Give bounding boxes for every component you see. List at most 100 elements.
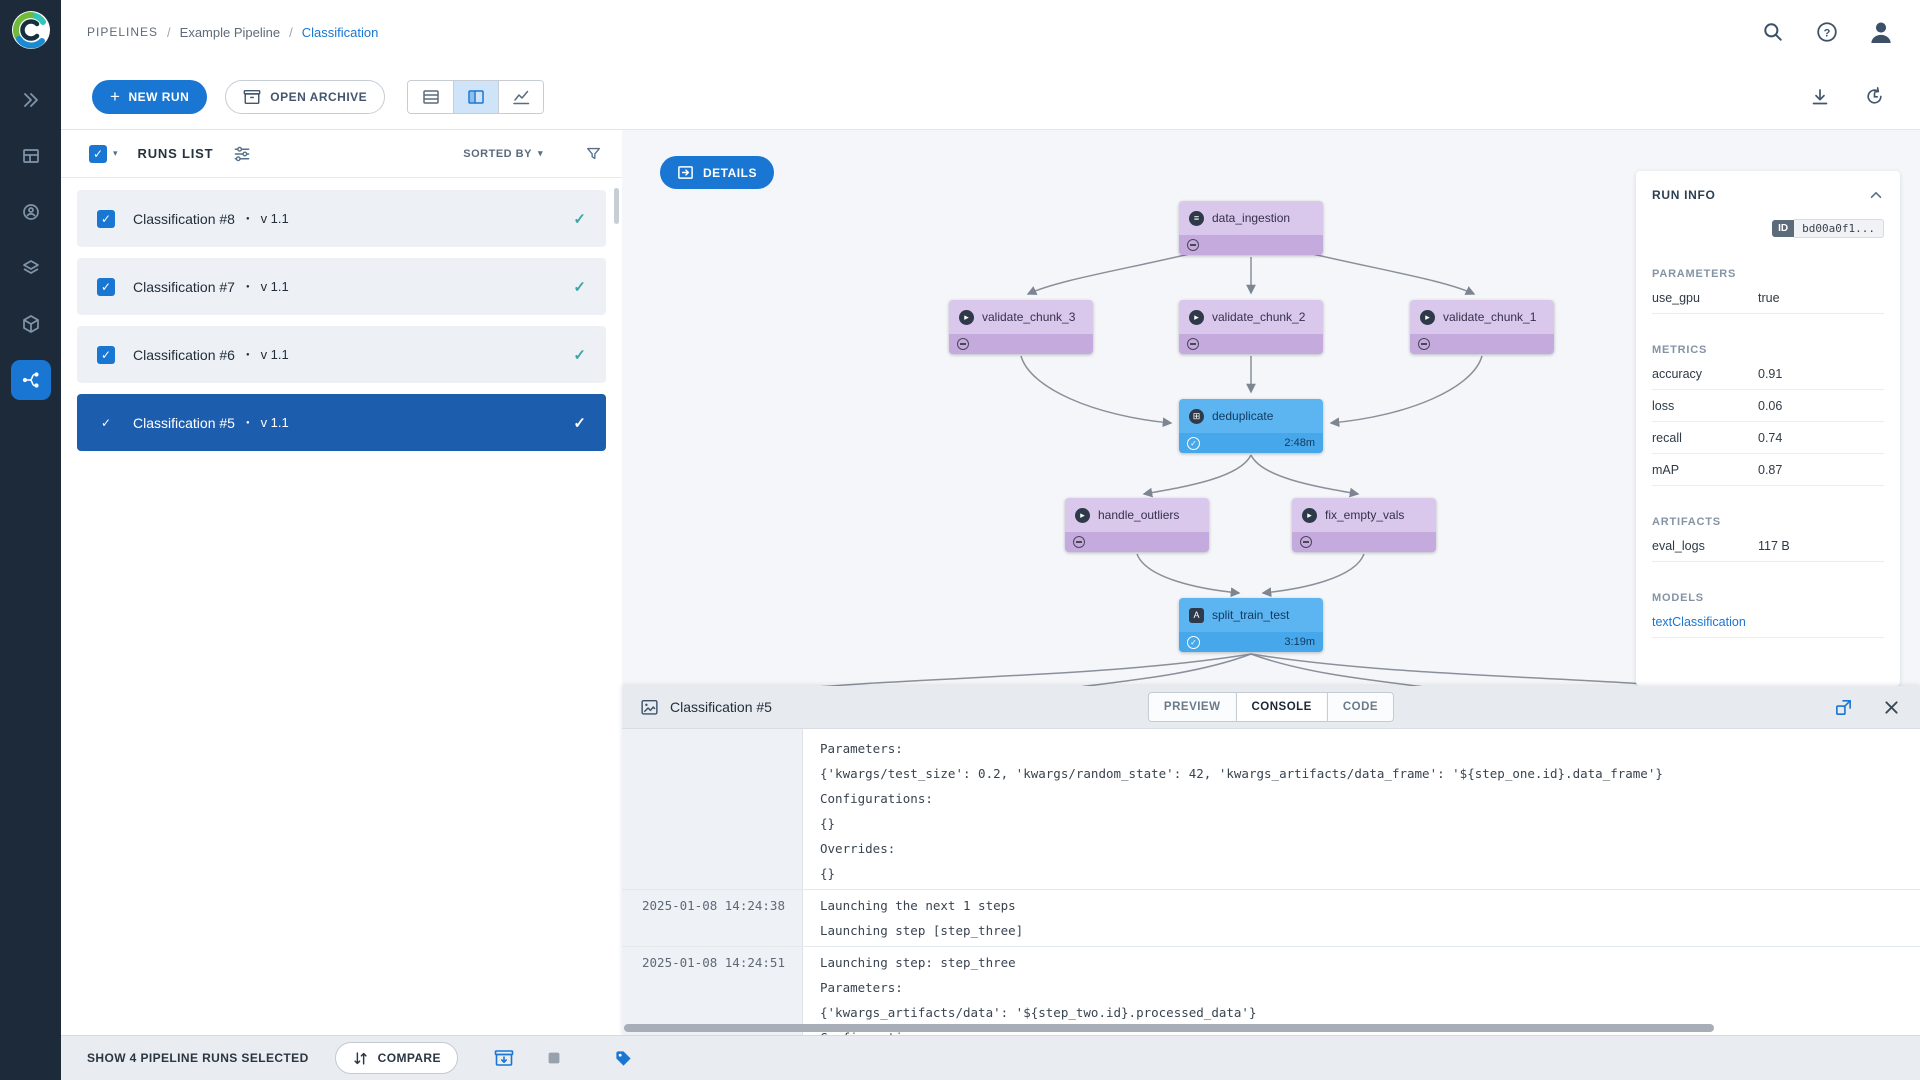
run-checkbox[interactable]: ✓ xyxy=(97,277,115,296)
search-icon[interactable] xyxy=(1760,19,1786,45)
run-separator-dot: ● xyxy=(245,215,250,222)
tune-icon[interactable] xyxy=(233,145,251,163)
download-icon[interactable] xyxy=(1808,85,1832,109)
caret-down-icon[interactable]: ▾ xyxy=(113,148,118,159)
clearml-logo[interactable] xyxy=(11,10,51,50)
nav-pipelines-icon[interactable] xyxy=(10,360,51,400)
runs-list-title: RUNS LIST xyxy=(137,146,214,161)
console-tabs: PREVIEW CONSOLE CODE xyxy=(1147,692,1395,722)
new-run-button[interactable]: + NEW RUN xyxy=(92,79,208,114)
select-all-checkbox[interactable]: ✓ xyxy=(89,144,107,163)
pipeline-step-node[interactable]: ▸ validate_chunk_2 xyxy=(1179,300,1323,354)
help-icon[interactable]: ? xyxy=(1814,19,1840,45)
svg-text:?: ? xyxy=(1824,27,1831,39)
step-completed-icon: ✓ xyxy=(1187,436,1200,450)
log-timestamp: 2025-01-08 14:24:38 xyxy=(642,898,785,913)
pipeline-step-node[interactable]: ▸ validate_chunk_1 xyxy=(1410,300,1554,354)
step-completed-icon: ✓ xyxy=(1187,635,1200,649)
run-version: v 1.1 xyxy=(260,415,289,430)
info-section: METRICS accuracy 0.91 loss 0.06 recall 0… xyxy=(1652,344,1884,486)
console-tab[interactable]: CODE xyxy=(1326,693,1394,721)
user-avatar-icon[interactable] xyxy=(1868,19,1894,45)
pipeline-step-node[interactable]: A split_train_test ✓ 3:19m xyxy=(1179,598,1323,652)
log-line: Parameters: xyxy=(820,741,903,756)
sidebar-nav xyxy=(10,80,51,400)
pipeline-toolbar: + NEW RUN OPEN ARCHIVE xyxy=(61,64,1920,130)
step-type-icon: ▸ xyxy=(1189,309,1204,325)
details-button[interactable]: DETAILS xyxy=(660,156,774,189)
nav-datasets-icon[interactable] xyxy=(11,248,51,288)
details-icon xyxy=(678,166,693,179)
split-view-icon[interactable] xyxy=(453,80,499,113)
sort-by-dropdown[interactable]: SORTED BY ▾ xyxy=(463,148,543,160)
abort-icon[interactable] xyxy=(542,1046,566,1070)
compare-button[interactable]: COMPARE xyxy=(334,1042,458,1074)
chart-view-icon[interactable] xyxy=(498,80,544,113)
runs-list-scrollbar[interactable] xyxy=(614,188,619,224)
run-info-title: RUN INFO xyxy=(1652,188,1716,202)
console-tab[interactable]: CONSOLE xyxy=(1235,693,1327,721)
open-archive-button[interactable]: OPEN ARCHIVE xyxy=(225,79,386,114)
info-value: 117 B xyxy=(1758,539,1790,553)
pipeline-step-node[interactable]: ⊞ deduplicate ✓ 2:48m xyxy=(1179,399,1323,453)
breadcrumb-separator: / xyxy=(289,24,293,40)
info-row: textClassification xyxy=(1652,606,1884,638)
breadcrumb-project[interactable]: Example Pipeline xyxy=(180,25,280,40)
step-cached-icon xyxy=(1300,536,1312,548)
run-name: Classification #6 xyxy=(133,346,235,363)
nav-dashboard-icon[interactable] xyxy=(11,136,51,176)
breadcrumb-pipelines[interactable]: PIPELINES xyxy=(87,25,158,39)
step-name: data_ingestion xyxy=(1212,211,1291,225)
step-name: validate_chunk_3 xyxy=(982,310,1076,324)
console-log: Parameters: {'kwargs/test_size': 0.2, 'kw… xyxy=(622,729,1920,1035)
open-archive-label: OPEN ARCHIVE xyxy=(270,89,368,104)
chevron-up-icon[interactable] xyxy=(1868,187,1884,203)
run-info-panel: RUN INFO ID bd00a0f1... PARAMETERS use_g… xyxy=(1636,171,1900,686)
info-key[interactable]: textClassification xyxy=(1652,615,1758,629)
run-list-item[interactable]: ✓ Classification #8 ● v 1.1 ✓ xyxy=(77,190,606,247)
info-key: loss xyxy=(1652,399,1675,413)
tag-icon[interactable] xyxy=(612,1046,636,1070)
info-key: mAP xyxy=(1652,463,1680,477)
run-checkbox[interactable]: ✓ xyxy=(97,345,115,364)
run-id-value[interactable]: bd00a0f1... xyxy=(1794,219,1884,238)
run-info-sections: PARAMETERS use_gpu true METRICS accuracy… xyxy=(1652,268,1884,638)
close-icon[interactable] xyxy=(1880,696,1902,718)
step-type-icon: A xyxy=(1189,607,1204,623)
expand-icon[interactable] xyxy=(1832,696,1854,718)
filter-icon[interactable] xyxy=(585,145,602,162)
run-status-check-icon: ✓ xyxy=(573,414,586,432)
info-key: accuracy xyxy=(1652,367,1703,381)
nav-projects-icon[interactable] xyxy=(11,304,51,344)
console-hscrollbar[interactable] xyxy=(624,1024,1714,1032)
run-list-item[interactable]: ✓ Classification #7 ● v 1.1 ✓ xyxy=(77,258,606,315)
runs-list-items: ✓ Classification #8 ● v 1.1 ✓ ✓ Classifi… xyxy=(61,178,622,451)
pipeline-step-node[interactable]: ≡ data_ingestion xyxy=(1179,201,1323,255)
log-line: {'kwargs/test_size': 0.2, 'kwargs/random… xyxy=(820,766,1663,781)
step-name: split_train_test xyxy=(1212,608,1290,622)
log-line: {} xyxy=(820,816,836,831)
run-checkbox[interactable]: ✓ xyxy=(97,414,115,432)
info-value: 0.74 xyxy=(1758,431,1783,445)
run-checkbox[interactable]: ✓ xyxy=(97,209,115,228)
pipeline-step-node[interactable]: ▸ fix_empty_vals xyxy=(1292,498,1436,552)
nav-launch-icon[interactable] xyxy=(11,80,51,120)
pipeline-step-node[interactable]: ▸ validate_chunk_3 xyxy=(949,300,1093,354)
table-view-icon[interactable] xyxy=(408,80,454,113)
step-type-icon: ⊞ xyxy=(1189,408,1204,424)
step-name: validate_chunk_2 xyxy=(1212,310,1306,324)
pipeline-step-node[interactable]: ▸ handle_outliers xyxy=(1065,498,1209,552)
console-tab[interactable]: PREVIEW xyxy=(1148,693,1236,721)
run-list-item[interactable]: ✓ Classification #6 ● v 1.1 ✓ xyxy=(77,326,606,383)
console-log-entry: 2025-01-08 14:24:51 Launching step: step… xyxy=(622,946,1920,1035)
compare-label: COMPARE xyxy=(377,1051,441,1065)
new-run-label: NEW RUN xyxy=(128,89,190,104)
log-timestamp: 2025-01-08 14:24:51 xyxy=(642,955,785,970)
archive-selected-icon[interactable] xyxy=(492,1046,516,1070)
id-badge: ID xyxy=(1772,220,1795,237)
run-list-item[interactable]: ✓ Classification #5 ● v 1.1 ✓ xyxy=(77,394,606,451)
auto-refresh-icon[interactable] xyxy=(1862,85,1886,109)
nav-workers-icon[interactable] xyxy=(11,192,51,232)
info-key: recall xyxy=(1652,431,1682,445)
runs-list-header: ✓ ▾ RUNS LIST SORTED BY ▾ xyxy=(61,130,622,178)
